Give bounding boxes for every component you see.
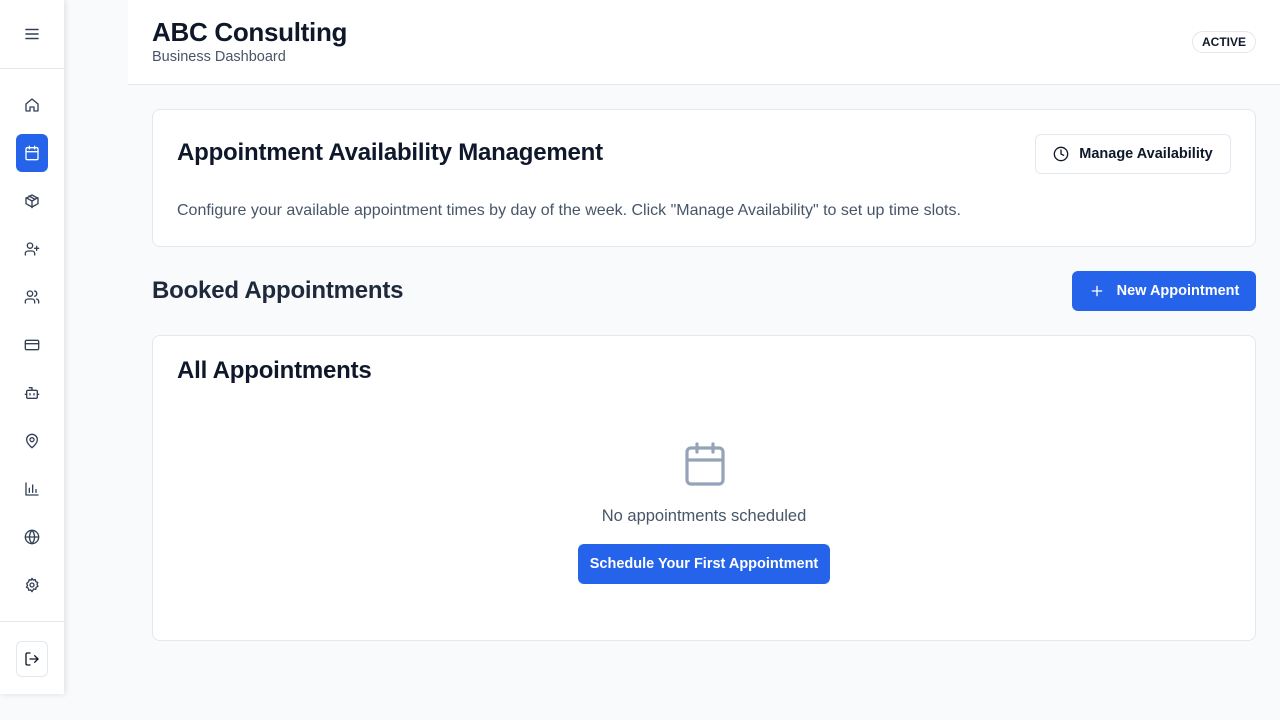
booked-appointments-title: Booked Appointments xyxy=(152,277,404,304)
sidebar-item-website[interactable] xyxy=(16,518,48,556)
plus-icon xyxy=(1091,285,1102,297)
clock-icon xyxy=(1053,146,1069,162)
sidebar-item-home[interactable] xyxy=(16,86,48,124)
calendar-icon xyxy=(25,145,39,161)
status-badge: ACTIVE xyxy=(1191,31,1256,53)
sidebar-footer xyxy=(0,621,64,694)
globe-icon xyxy=(24,529,40,545)
manage-availability-button[interactable]: Manage Availability xyxy=(1035,134,1231,174)
new-appointment-button[interactable]: New Appointment xyxy=(1072,271,1256,311)
availability-description: Configure your available appointment tim… xyxy=(177,202,961,219)
manage-availability-label: Manage Availability xyxy=(1079,146,1213,162)
all-appointments-title: All Appointments xyxy=(177,357,372,384)
availability-title: Appointment Availability Management xyxy=(177,139,603,166)
company-name: ABC Consulting xyxy=(152,17,348,47)
home-icon xyxy=(25,98,39,112)
user-plus-icon xyxy=(24,242,40,256)
map-pin-icon xyxy=(26,433,38,449)
sidebar-item-bot[interactable] xyxy=(16,374,48,412)
appointments-card: All Appointments No appointments schedul… xyxy=(152,335,1256,641)
schedule-first-appointment-button[interactable]: Schedule Your First Appointment xyxy=(578,544,830,584)
sidebar-item-settings[interactable] xyxy=(16,566,48,604)
sidebar-item-products[interactable] xyxy=(16,182,48,220)
calendar-empty-icon xyxy=(685,442,725,486)
sidebar-item-users[interactable] xyxy=(16,278,48,316)
sidebar-item-add-user[interactable] xyxy=(16,230,48,268)
logout-button[interactable] xyxy=(16,641,48,677)
availability-card: Appointment Availability Management Mana… xyxy=(152,109,1256,247)
credit-card-icon xyxy=(24,339,40,351)
sidebar-header xyxy=(0,0,64,69)
menu-toggle-button[interactable] xyxy=(16,18,48,50)
top-header: ABC Consulting Business Dashboard ACTIVE xyxy=(128,0,1280,85)
sidebar xyxy=(0,0,64,694)
package-icon xyxy=(25,194,39,209)
empty-state-text: No appointments scheduled xyxy=(601,507,807,525)
gear-icon xyxy=(25,577,39,593)
bar-chart-icon xyxy=(25,482,39,496)
dashboard-subtitle: Business Dashboard xyxy=(152,49,286,65)
new-appointment-label: New Appointment xyxy=(1116,283,1240,299)
sidebar-item-locations[interactable] xyxy=(16,422,48,460)
sidebar-item-payments[interactable] xyxy=(16,326,48,364)
hamburger-icon xyxy=(25,28,39,40)
logout-icon xyxy=(25,652,39,666)
users-icon xyxy=(24,290,40,304)
sidebar-item-analytics[interactable] xyxy=(16,470,48,508)
sidebar-item-appointments[interactable] xyxy=(16,134,48,172)
bot-icon xyxy=(24,387,40,399)
